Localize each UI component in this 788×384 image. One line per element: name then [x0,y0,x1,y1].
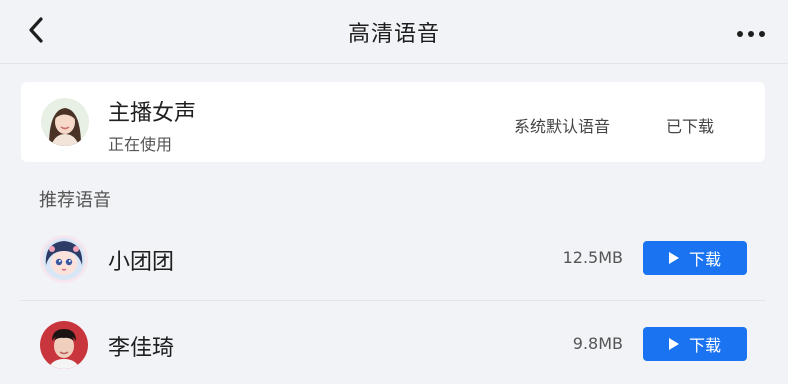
top-bar: 高清语音 [0,0,788,64]
current-voice-status: 正在使用 [108,135,173,154]
recommended-section-label: 推荐语音 [39,190,111,211]
current-voice-description: 系统默认语音 [514,117,611,136]
voice-name: 小团团 [108,250,175,275]
more-horizontal-icon [736,23,766,42]
download-button[interactable]: 下载 [643,241,747,275]
download-button-label: 下载 [688,250,721,269]
page-title: 高清语音 [347,22,440,47]
download-status-label: 已下载 [666,117,715,136]
download-button[interactable]: 下载 [643,327,747,361]
download-button-label: 下载 [688,336,721,355]
current-voice-name: 主播女声 [108,101,197,126]
voice-avatar-xiaotuantuan [40,235,88,283]
list-divider [21,300,765,301]
more-button[interactable] [734,20,768,44]
current-voice-avatar [41,98,89,146]
voice-list-item[interactable]: 李佳琦 9.8MB 下载 [21,306,765,384]
voice-list-item[interactable]: 小团团 12.5MB 下载 [21,220,765,298]
voice-file-size: 9.8MB [572,334,623,353]
voice-name: 李佳琦 [108,336,175,361]
current-voice-card[interactable]: 主播女声 正在使用 系统默认语音 已下载 [21,82,765,162]
play-triangle-icon [668,335,679,354]
voice-avatar-lijiaqi [40,321,88,369]
play-triangle-icon [668,249,679,268]
voice-file-size: 12.5MB [562,248,623,267]
